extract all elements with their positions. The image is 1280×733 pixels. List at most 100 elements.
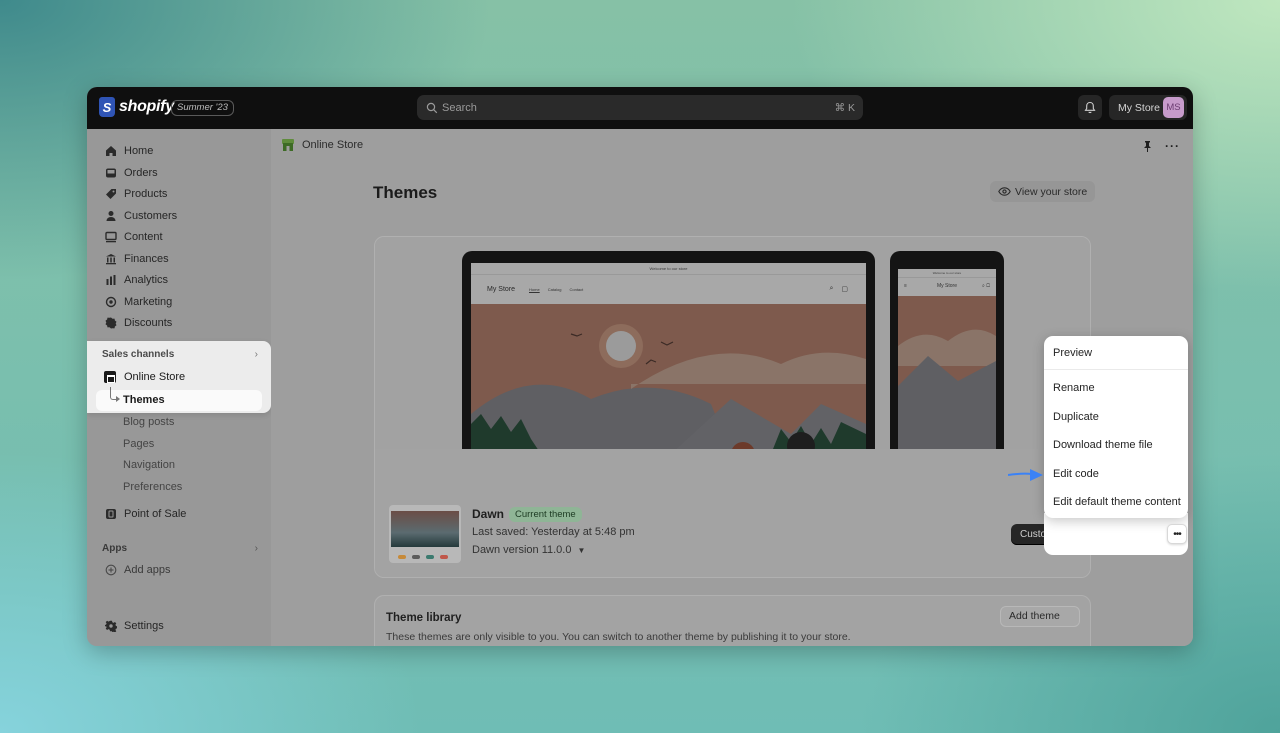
sidebar-item-themes[interactable]: Themes [96, 390, 262, 411]
sidebar-item-settings[interactable]: Settings [96, 616, 262, 636]
color-swatch [426, 555, 434, 559]
theme-more-actions-button[interactable]: ••• [1167, 524, 1187, 544]
preview-nav: Home Catalog Contact [529, 287, 583, 292]
pos-icon [104, 507, 118, 521]
sidebar-item-marketing[interactable]: Marketing [96, 292, 262, 312]
theme-info: Dawn Current theme Last saved: Yesterday… [375, 449, 1090, 577]
sidebar-item-products[interactable]: Products [96, 184, 262, 204]
menu-item-rename[interactable]: Rename [1053, 382, 1095, 394]
desktop-preview: Welcome to our store My Store Home Catal… [462, 251, 875, 451]
theme-actions-menu: Preview Rename Duplicate Download theme … [1044, 336, 1188, 518]
add-theme-button[interactable]: Add theme [1000, 606, 1080, 627]
sidebar-item-home[interactable]: Home [96, 141, 262, 161]
page-actions: ··· [1142, 139, 1180, 153]
discount-icon [104, 316, 118, 330]
person-icon [104, 209, 118, 223]
sidebar-item-pages[interactable]: Pages [123, 434, 154, 454]
theme-preview[interactable]: Welcome to our store My Store Home Catal… [375, 237, 1090, 451]
preview-nav-item: Catalog [547, 286, 562, 292]
sidebar-item-label: Discounts [124, 317, 173, 329]
home-icon [104, 144, 118, 158]
breadcrumb-label: Online Store [302, 139, 364, 151]
more-actions-icon[interactable]: ··· [1165, 139, 1180, 153]
sidebar-item-point-of-sale[interactable]: Point of Sale [96, 504, 262, 524]
pin-icon[interactable] [1142, 140, 1153, 152]
preview-header: My Store Home Catalog Contact ⌕ ▢ [471, 275, 866, 303]
theme-thumbnail [389, 505, 461, 563]
sales-channels-header[interactable]: Sales channels › [102, 349, 258, 360]
orders-icon [104, 166, 118, 180]
color-swatch [398, 555, 406, 559]
online-store-icon [282, 139, 294, 151]
sidebar-item-orders[interactable]: Orders [96, 163, 262, 183]
sidebar-item-preferences[interactable]: Preferences [123, 477, 182, 497]
theme-library-description: These themes are only visible to you. Yo… [386, 631, 851, 643]
sidebar-item-navigation[interactable]: Navigation [123, 455, 175, 475]
sidebar-item-customers[interactable]: Customers [96, 206, 262, 226]
eye-icon [998, 187, 1011, 196]
sidebar-item-label: Settings [124, 620, 164, 632]
annotation-arrow-icon [1008, 469, 1043, 481]
shopify-logo[interactable]: S shopify [99, 97, 174, 117]
sidebar-item-content[interactable]: Content [96, 227, 262, 247]
current-theme-badge: Current theme [509, 507, 582, 522]
menu-item-preview[interactable]: Preview [1053, 347, 1092, 359]
preview-mobile-icons: ⌕ ▢ [982, 283, 990, 289]
sidebar-item-label: Finances [124, 253, 169, 265]
search-shortcut: ⌘ K [834, 101, 855, 114]
menu-item-duplicate[interactable]: Duplicate [1053, 411, 1099, 423]
sidebar-item-label: Marketing [124, 296, 173, 308]
menu-item-edit-default-theme-content[interactable]: Edit default theme content [1053, 496, 1181, 508]
gear-icon [104, 619, 118, 633]
sidebar-item-label: Point of Sale [124, 508, 187, 520]
sidebar-item-add-apps[interactable]: Add apps [96, 560, 262, 580]
sidebar-item-label: Home [124, 145, 154, 157]
bank-icon [104, 252, 118, 266]
preview-nav-item: Contact [569, 286, 584, 292]
notifications-button[interactable] [1078, 95, 1102, 120]
sidebar-item-label: Content [124, 231, 163, 243]
preview-search-icon: ⌕ [829, 285, 834, 292]
menu-divider [1044, 369, 1188, 370]
store-menu-button[interactable]: My Store MS [1109, 95, 1187, 120]
sales-channels-label: Sales channels [102, 349, 175, 360]
shopify-bag-icon: S [99, 97, 115, 117]
app-window: S shopify Summer '23 Search ⌘ K My Store… [87, 87, 1193, 646]
content-icon [104, 230, 118, 244]
preview-nav-item: Home [529, 286, 540, 292]
sidebar-item-label: Orders [124, 167, 158, 179]
brand-name: shopify [119, 98, 174, 115]
main-content: Online Store ··· Themes View your store … [271, 129, 1193, 646]
bell-icon [1084, 101, 1096, 114]
view-store-label: View your store [1015, 185, 1088, 198]
bar-chart-icon [104, 273, 118, 287]
sidebar-item-analytics[interactable]: Analytics [96, 270, 262, 290]
edition-badge: Summer '23 [171, 100, 234, 116]
preview-announcement: Welcome to our store [471, 263, 866, 275]
page-title: Themes [373, 183, 438, 202]
mobile-preview: Welcome to our store ≡ My Store ⌕ ▢ [890, 251, 1004, 451]
menu-item-download-theme-file[interactable]: Download theme file [1053, 439, 1153, 451]
theme-version-dropdown[interactable]: Dawn version 11.0.0 ▼ [472, 544, 585, 556]
tag-icon [104, 187, 118, 201]
sidebar-item-finances[interactable]: Finances [96, 249, 262, 269]
sidebar-item-label: Add apps [124, 564, 171, 576]
sidebar-item-label: Customers [124, 210, 178, 222]
last-saved: Last saved: Yesterday at 5:48 pm [472, 526, 635, 538]
breadcrumb[interactable]: Online Store [281, 138, 363, 152]
sidebar-item-online-store[interactable]: Online Store [104, 371, 185, 383]
sidebar-item-label: Themes [123, 394, 165, 406]
view-store-button[interactable]: View your store [990, 181, 1096, 202]
sidebar-item-blog-posts[interactable]: Blog posts [123, 412, 174, 432]
mobile-hero-illustration [898, 296, 996, 451]
top-bar: S shopify Summer '23 Search ⌘ K My Store… [87, 87, 1193, 129]
menu-item-edit-code[interactable]: Edit code [1053, 468, 1099, 480]
color-swatch [412, 555, 420, 559]
sidebar-item-label: Products [124, 188, 168, 200]
tree-arrow-icon [116, 396, 120, 402]
search-input[interactable]: Search ⌘ K [417, 95, 863, 120]
apps-header[interactable]: Apps › [102, 543, 258, 554]
sidebar-item-discounts[interactable]: Discounts [96, 313, 262, 333]
sidebar-item-label: Analytics [124, 274, 169, 286]
avatar: MS [1163, 97, 1184, 118]
